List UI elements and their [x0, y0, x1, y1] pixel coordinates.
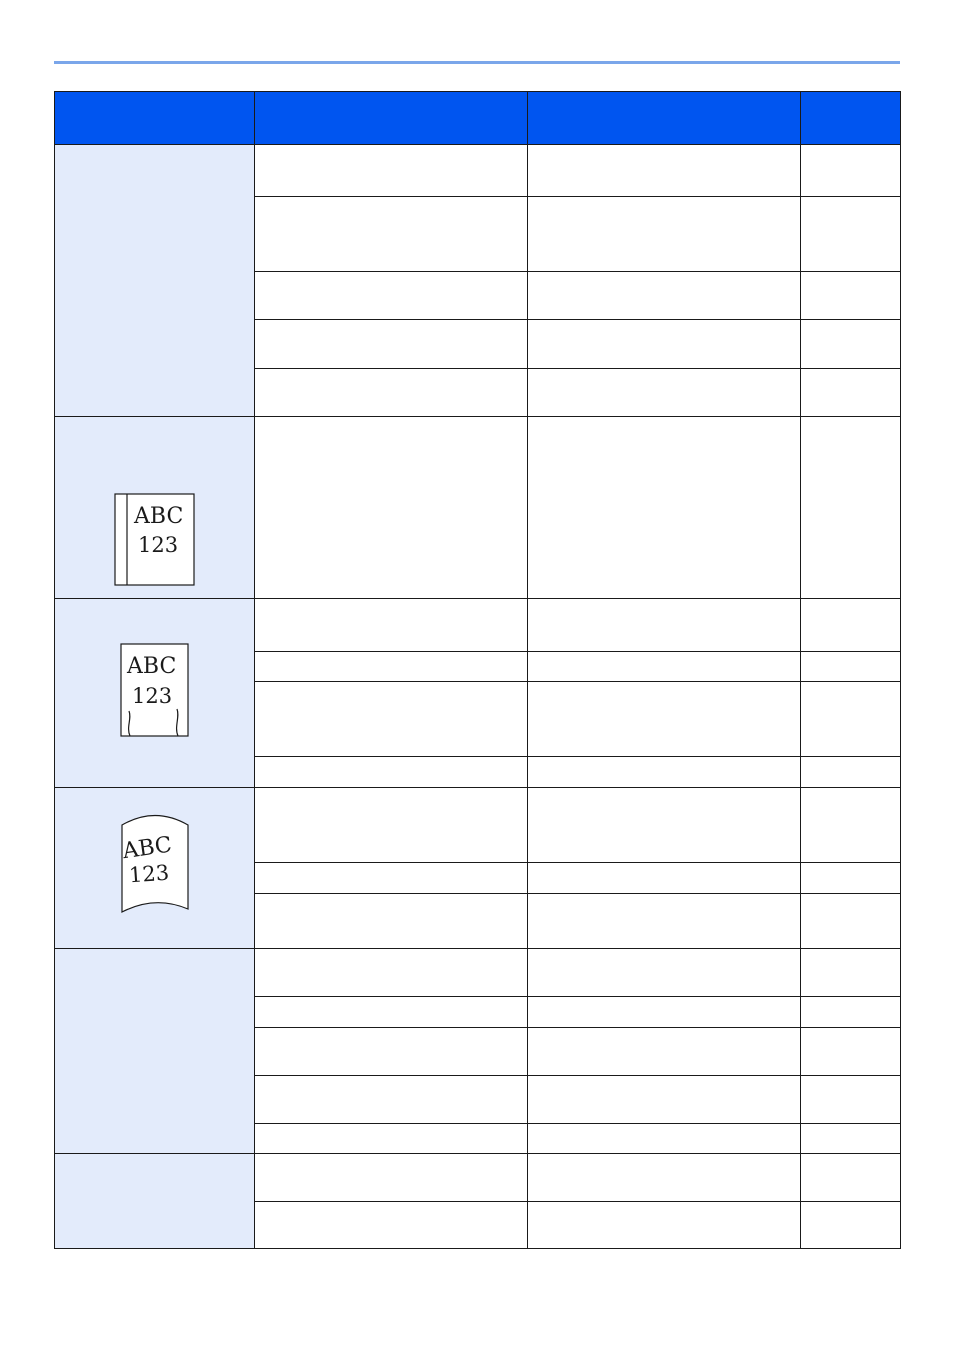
checkpoint-cell — [254, 1201, 528, 1249]
action-cell — [527, 1123, 801, 1154]
header-corrective-actions — [527, 91, 801, 145]
checkpoint-cell — [254, 948, 528, 997]
action-cell — [527, 1201, 801, 1249]
header-rule — [54, 61, 900, 64]
illustration-text: 123 — [138, 533, 178, 557]
checkpoint-cell — [254, 651, 528, 682]
checkpoint-cell — [254, 787, 528, 863]
reference-cell — [800, 756, 901, 788]
reference-cell — [800, 196, 901, 272]
action-cell — [527, 1075, 801, 1124]
reference-cell — [800, 1123, 901, 1154]
reference-cell — [800, 271, 901, 320]
table-row: ABC 123 — [54, 787, 901, 949]
checkpoint-cell — [254, 196, 528, 272]
reference-cell — [800, 1027, 901, 1076]
checkpoint-cell — [254, 271, 528, 320]
illustration-text: ABC — [126, 654, 176, 679]
action-cell — [527, 893, 801, 949]
reference-cell — [800, 893, 901, 949]
symptom-cell: ABC 123 — [54, 787, 255, 949]
action-cell — [527, 948, 801, 997]
checkpoint-cell — [254, 598, 528, 652]
reference-cell — [800, 1153, 901, 1202]
checkpoint-cell — [254, 1075, 528, 1124]
paper-edge-line-illustration: ABC 123 — [113, 493, 196, 587]
header-reference-page — [800, 91, 901, 145]
table-row — [54, 948, 901, 1154]
checkpoint-cell — [254, 319, 528, 369]
table-row: ABC 123 — [54, 598, 901, 788]
reference-cell — [800, 681, 901, 757]
checkpoint-cell — [254, 681, 528, 757]
table-row: ABC 123 — [54, 416, 901, 599]
troubleshooting-table: ABC 123 ABC 123 ABC 123 — [54, 91, 901, 1249]
checkpoint-cell — [254, 1027, 528, 1076]
checkpoint-cell — [254, 996, 528, 1028]
reference-cell — [800, 368, 901, 417]
header-checkpoints — [254, 91, 528, 145]
reference-cell — [800, 862, 901, 894]
checkpoint-cell — [254, 416, 528, 599]
checkpoint-cell — [254, 368, 528, 417]
reference-cell — [800, 416, 901, 599]
curled-paper-illustration: ABC 123 — [119, 812, 191, 920]
action-cell — [527, 196, 801, 272]
reference-cell — [800, 1201, 901, 1249]
reference-cell — [800, 598, 901, 652]
table-row — [54, 144, 901, 417]
reference-cell — [800, 144, 901, 197]
reference-cell — [800, 319, 901, 369]
header-symptom — [54, 91, 255, 145]
symptom-cell: ABC 123 — [54, 416, 255, 599]
checkpoint-cell — [254, 1123, 528, 1154]
symptom-cell — [54, 1153, 255, 1249]
symptom-cell — [54, 948, 255, 1154]
checkpoint-cell — [254, 893, 528, 949]
action-cell — [527, 651, 801, 682]
illustration-text: ABC — [133, 504, 183, 529]
checkpoint-cell — [254, 756, 528, 788]
symptom-cell — [54, 144, 255, 417]
action-cell — [527, 681, 801, 757]
action-cell — [527, 787, 801, 863]
action-cell — [527, 862, 801, 894]
checkpoint-cell — [254, 1153, 528, 1202]
checkpoint-cell — [254, 144, 528, 197]
action-cell — [527, 756, 801, 788]
reference-cell — [800, 787, 901, 863]
reference-cell — [800, 1075, 901, 1124]
illustration-text: 123 — [132, 684, 172, 708]
action-cell — [527, 319, 801, 369]
action-cell — [527, 416, 801, 599]
action-cell — [527, 1027, 801, 1076]
reference-cell — [800, 948, 901, 997]
action-cell — [527, 144, 801, 197]
table-header-row — [54, 91, 901, 145]
action-cell — [527, 368, 801, 417]
wavy-edge-paper-illustration: ABC 123 — [119, 643, 190, 738]
action-cell — [527, 996, 801, 1028]
reference-cell — [800, 651, 901, 682]
action-cell — [527, 1153, 801, 1202]
illustration-text: 123 — [128, 860, 170, 887]
action-cell — [527, 271, 801, 320]
symptom-cell: ABC 123 — [54, 598, 255, 788]
checkpoint-cell — [254, 862, 528, 894]
reference-cell — [800, 996, 901, 1028]
table-row — [54, 1153, 901, 1249]
action-cell — [527, 598, 801, 652]
